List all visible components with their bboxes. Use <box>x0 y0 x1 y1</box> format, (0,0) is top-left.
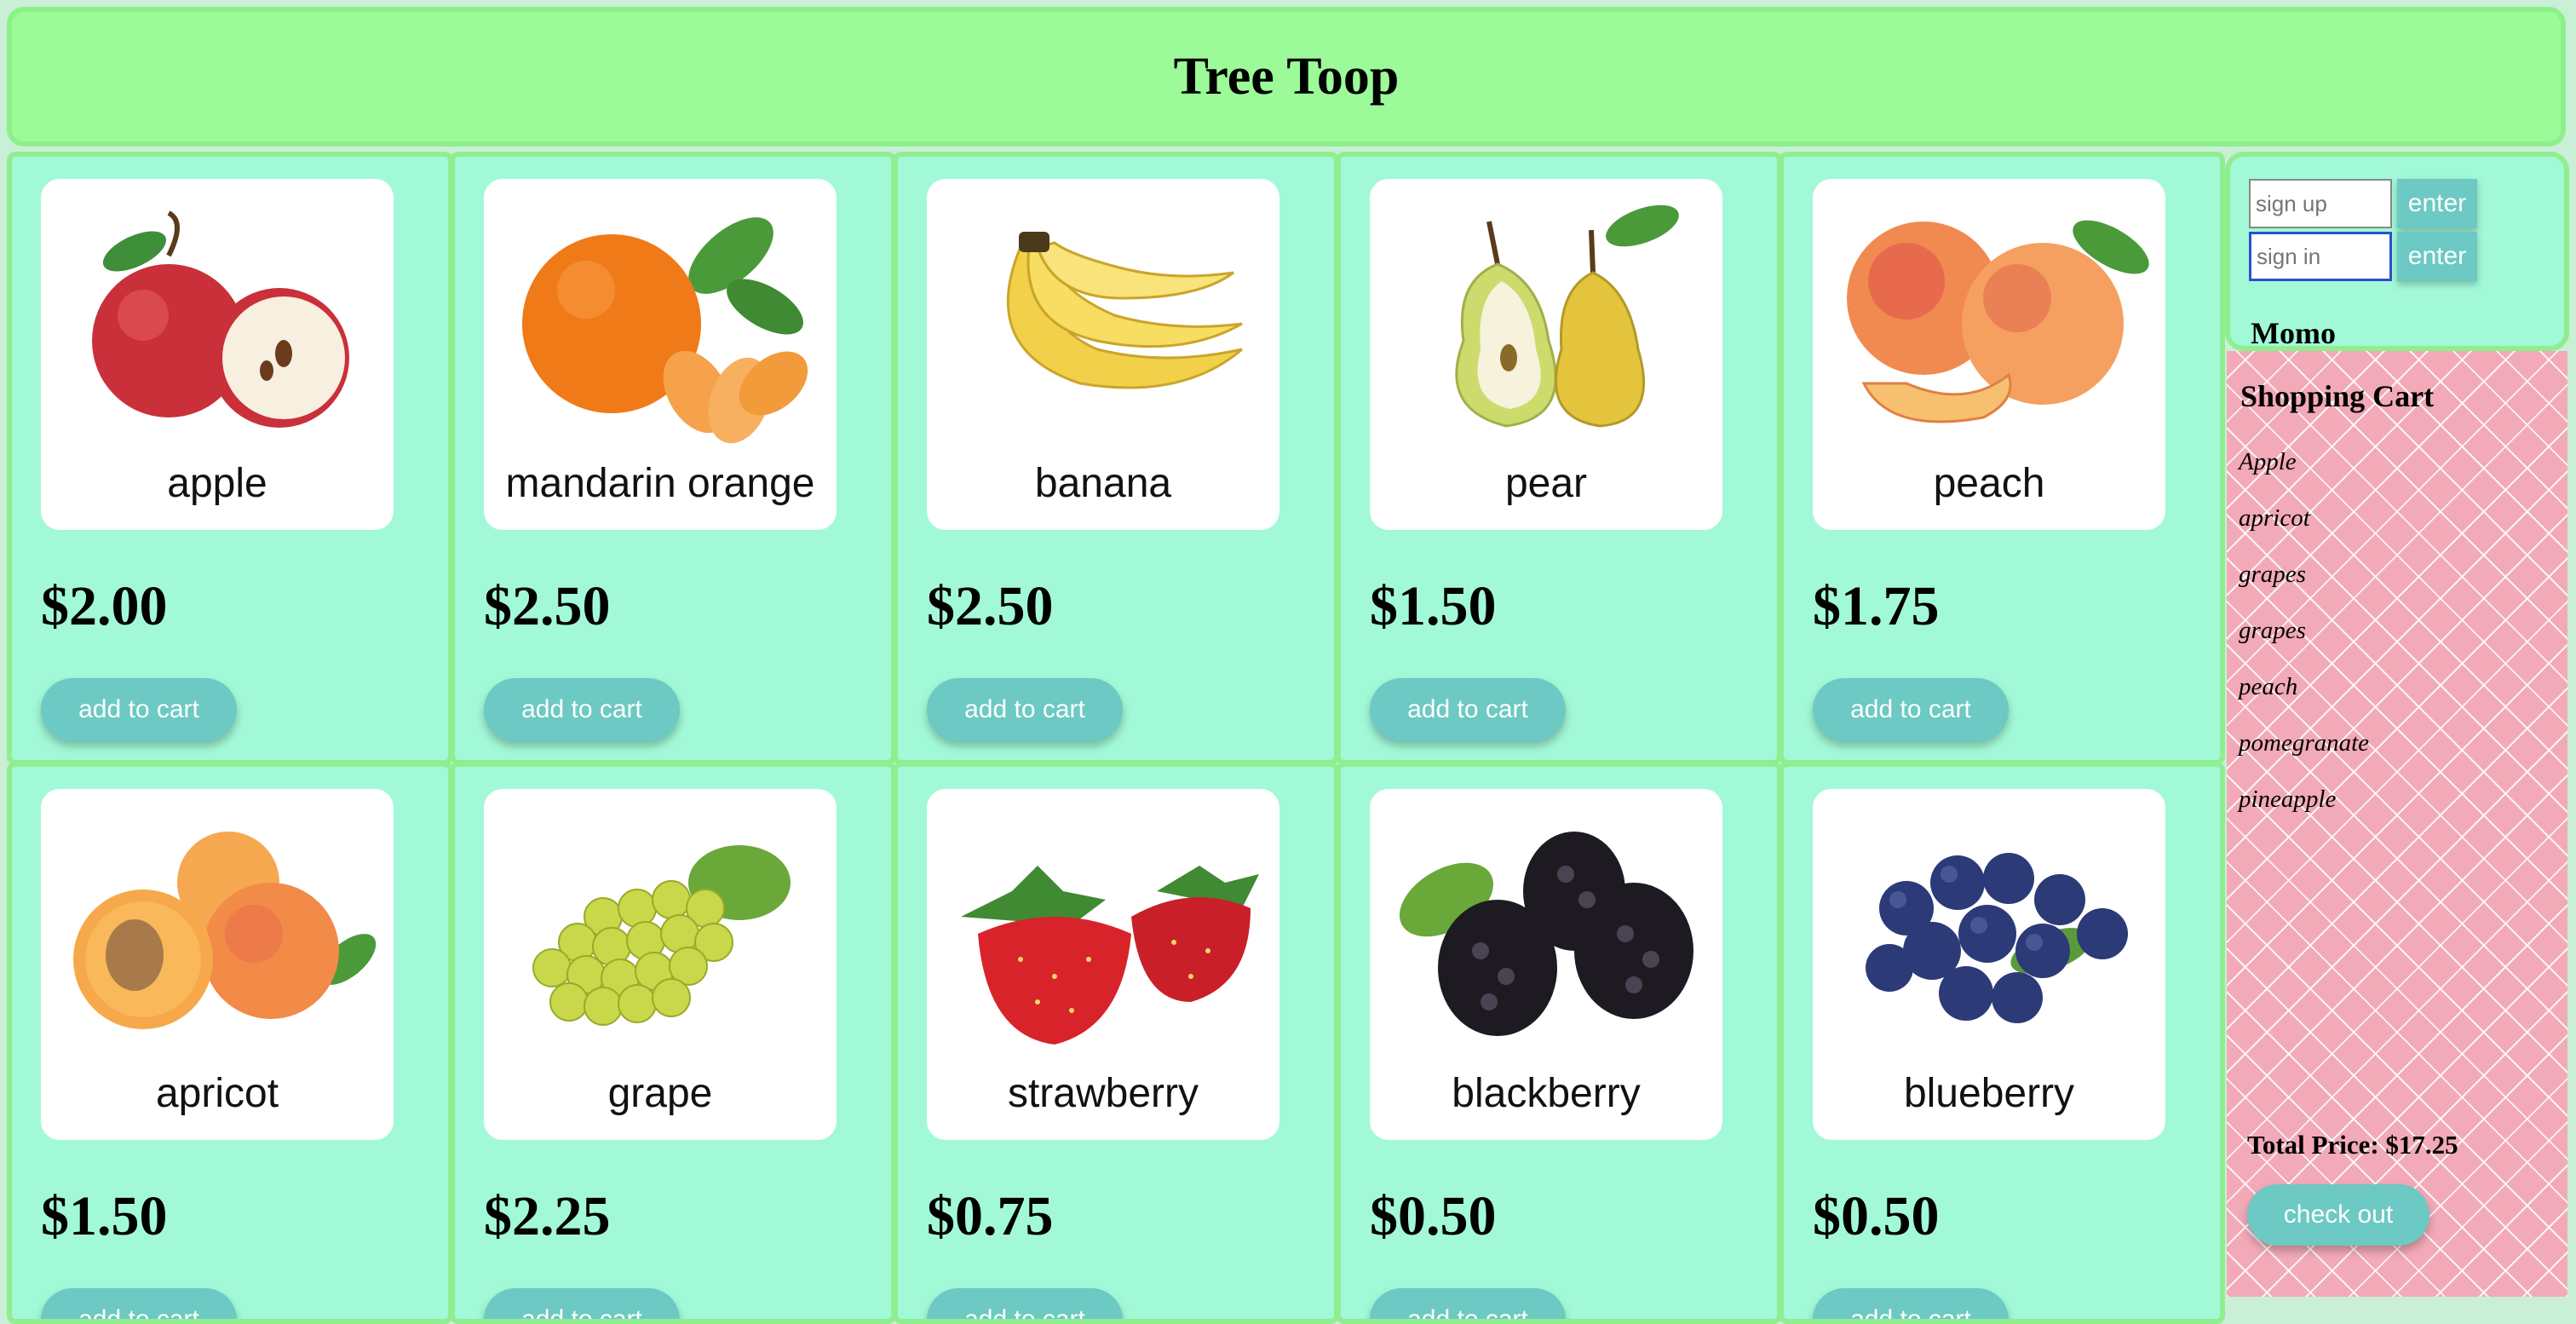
product-name: grape <box>607 1071 713 1116</box>
add-to-cart-button[interactable]: add to cart <box>1813 1288 2009 1319</box>
product-name: peach <box>1933 461 2045 506</box>
cart-item-list: Apple apricot grapes grapes peach pomegr… <box>2239 448 2369 842</box>
product-cell-strawberry: strawberry $0.75 add to cart <box>893 762 1339 1324</box>
product-price: $1.75 <box>1813 575 1940 637</box>
product-cell-banana: banana $2.50 add to cart <box>893 152 1339 765</box>
cart-item: grapes <box>2239 561 2306 588</box>
add-to-cart-button[interactable]: add to cart <box>41 1288 237 1319</box>
product-card: strawberry <box>927 789 1279 1140</box>
product-name: banana <box>1034 461 1172 506</box>
cart-item: peach <box>2239 673 2298 700</box>
product-cell-blueberry: blueberry $0.50 add to cart <box>1779 762 2225 1324</box>
product-card: blueberry <box>1813 789 2165 1140</box>
sign-up-enter-button[interactable]: enter <box>2397 179 2477 228</box>
product-name: apricot <box>155 1071 279 1116</box>
add-to-cart-button[interactable]: add to cart <box>484 1288 680 1319</box>
blueberry-image <box>1866 853 2128 1023</box>
product-price: $1.50 <box>1370 575 1497 637</box>
product-card: apple <box>41 179 394 530</box>
product-cell-peach: peach $1.75 add to cart <box>1779 152 2225 765</box>
product-price: $0.50 <box>1370 1185 1497 1247</box>
cart-title: Shopping Cart <box>2240 379 2435 413</box>
cart-item: pomegranate <box>2239 729 2370 757</box>
add-to-cart-button[interactable]: add to cart <box>1370 678 1566 741</box>
add-to-cart-button[interactable]: add to cart <box>927 678 1123 741</box>
mandarin-orange-image <box>522 217 808 444</box>
shopping-cart-panel: Shopping Cart Apple apricot grapes grape… <box>2227 351 2567 1297</box>
sign-up-input[interactable] <box>2249 179 2392 228</box>
product-name: strawberry <box>1007 1071 1199 1116</box>
product-card: mandarin orange <box>484 179 837 530</box>
product-name: pear <box>1504 461 1588 506</box>
add-to-cart-button[interactable]: add to cart <box>41 678 237 741</box>
product-price: $2.00 <box>41 575 168 637</box>
product-cell-pear: pear $1.50 add to cart <box>1336 152 1782 765</box>
add-to-cart-button[interactable]: add to cart <box>1813 678 2009 741</box>
apricot-image <box>73 832 377 1029</box>
cart-total-price: Total Price: $17.25 <box>2247 1130 2458 1160</box>
product-card: pear <box>1370 179 1722 530</box>
product-price: $2.25 <box>484 1185 611 1247</box>
cart-item: apricot <box>2239 504 2310 532</box>
product-cell-blackberry: blackberry $0.50 add to cart <box>1336 762 1782 1324</box>
product-cell-mandarin-orange: mandarin orange $2.50 add to cart <box>450 152 896 765</box>
product-price: $1.50 <box>41 1185 168 1247</box>
sign-in-enter-button[interactable]: enter <box>2397 232 2477 281</box>
product-cell-apple: apple $2.00 add to cart <box>7 152 453 765</box>
grape-image <box>532 845 791 1026</box>
product-card: blackberry <box>1370 789 1722 1140</box>
pear-image <box>1455 204 1679 428</box>
product-name: apple <box>167 461 267 506</box>
add-to-cart-button[interactable]: add to cart <box>927 1288 1123 1319</box>
sign-in-row: enter <box>2249 232 2477 285</box>
product-cell-grape: grape $2.25 add to cart <box>450 762 896 1324</box>
product-name: mandarin orange <box>505 461 815 506</box>
username-label: Momo <box>2251 316 2336 350</box>
site-title: Tree Toop <box>1173 47 1400 106</box>
product-price: $0.50 <box>1813 1185 1940 1247</box>
blackberry-image <box>1400 832 1693 1036</box>
product-cell-apricot: apricot $1.50 add to cart <box>7 762 453 1324</box>
banana-image <box>1006 232 1243 389</box>
cart-item: grapes <box>2239 617 2306 644</box>
check-out-button[interactable]: check out <box>2247 1184 2429 1246</box>
product-card: grape <box>484 789 837 1140</box>
product-card: peach <box>1813 179 2165 530</box>
strawberry-image <box>961 866 1259 1045</box>
cart-item: pineapple <box>2239 786 2337 813</box>
sign-in-input[interactable] <box>2249 232 2392 281</box>
site-header: Tree Toop <box>7 7 2566 147</box>
product-price: $2.50 <box>484 575 611 637</box>
auth-panel: enter enter Momo <box>2225 152 2569 351</box>
product-name: blackberry <box>1452 1071 1641 1116</box>
add-to-cart-button[interactable]: add to cart <box>1370 1288 1566 1319</box>
apple-image <box>92 210 349 428</box>
product-name: blueberry <box>1903 1071 2075 1116</box>
sign-up-row: enter <box>2249 179 2477 232</box>
product-card: banana <box>927 179 1279 530</box>
peach-image <box>1847 220 2149 423</box>
product-price: $2.50 <box>927 575 1054 637</box>
add-to-cart-button[interactable]: add to cart <box>484 678 680 741</box>
product-grid: apple $2.00 add to cart mandarin orange … <box>7 152 2225 1324</box>
product-price: $0.75 <box>927 1185 1054 1247</box>
product-card: apricot <box>41 789 394 1140</box>
cart-item: Apple <box>2239 448 2297 475</box>
